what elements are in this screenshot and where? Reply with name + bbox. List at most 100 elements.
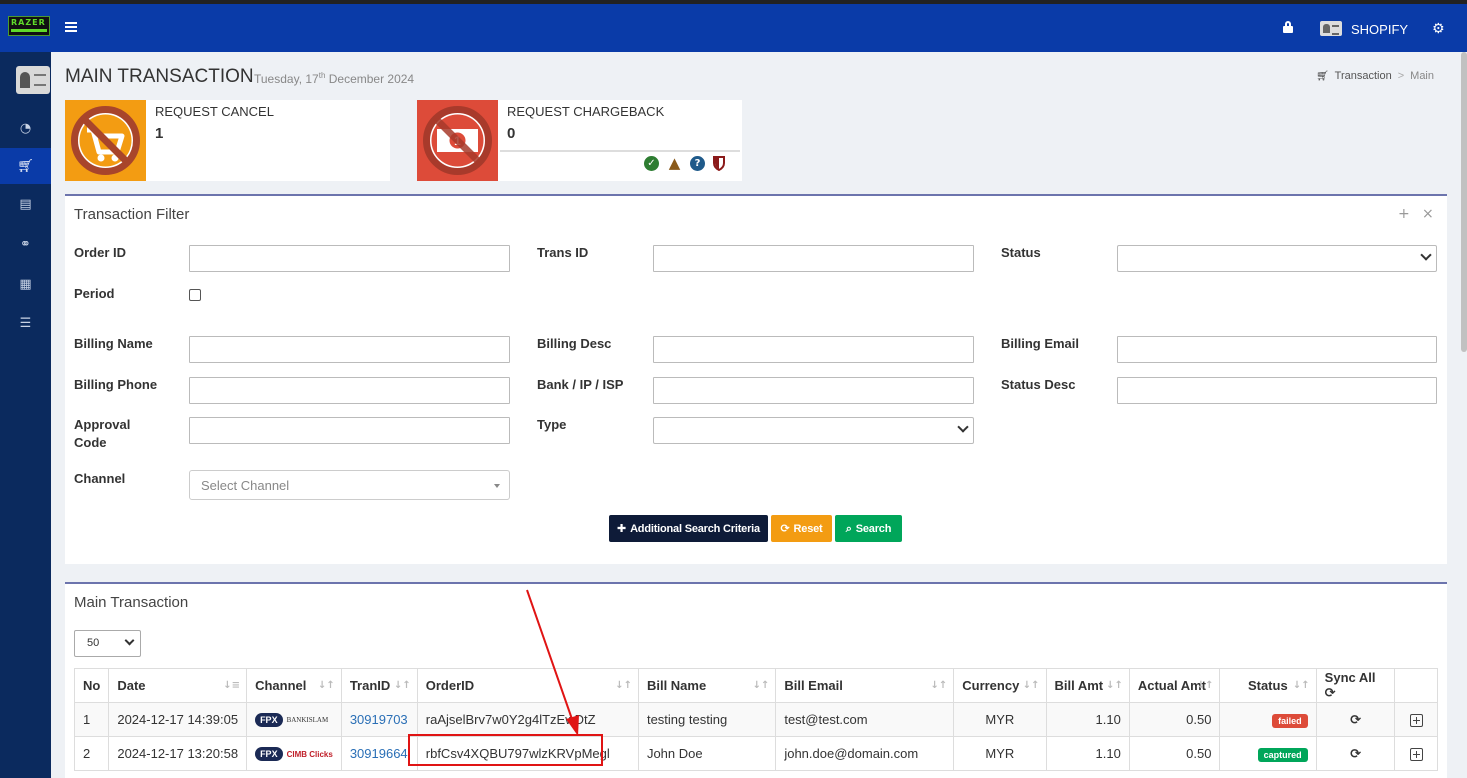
shield-icon[interactable] (713, 156, 725, 172)
trans-id-label: Trans ID (537, 245, 589, 260)
additional-search-criteria-button[interactable]: ✚ Additional Search Criteria (609, 515, 768, 542)
page-scrollbar[interactable] (1461, 52, 1467, 352)
channel-placeholder: Select Channel (201, 478, 290, 493)
plus-icon: ✚ (617, 522, 627, 535)
link-icon[interactable]: ⚭ (0, 226, 51, 262)
approval-code-input[interactable] (189, 417, 510, 444)
col-bill-name[interactable]: Bill Name ↓↑ (637, 668, 777, 703)
page-date: Tuesday, 17th December 2024 (254, 71, 415, 86)
search-icon: ⌕ (845, 521, 852, 535)
sidebar-avatar[interactable] (16, 66, 50, 94)
check-circle-icon[interactable]: ✓ (644, 156, 659, 171)
page-length-select[interactable]: 50 (74, 630, 141, 657)
chevron-down-icon (957, 421, 969, 433)
dashboard-icon[interactable]: ◔ (0, 110, 51, 146)
sync-icon[interactable]: ⟳ (1350, 713, 1361, 728)
expand-row-icon[interactable] (1409, 748, 1423, 762)
trans-id-input[interactable] (653, 245, 974, 272)
close-icon[interactable]: × (1422, 206, 1434, 222)
bank-ip-isp-label: Bank / IP / ISP (537, 377, 624, 392)
reset-button[interactable]: ⟳ Reset (771, 515, 832, 542)
tranid-link[interactable]: 30919703 (350, 712, 408, 727)
col-bill-amt[interactable]: Bill Amt ↓↑ (1045, 668, 1130, 703)
sidebar: ◔ 🛒︎ ▤ ⚭ ▦ ☰ (0, 52, 51, 778)
status-select[interactable] (1117, 245, 1437, 272)
billing-desc-input[interactable] (653, 336, 974, 363)
sort-icon: ↓↑ (930, 680, 948, 691)
request-chargeback-label: REQUEST CHARGEBACK (507, 104, 665, 119)
chevron-down-icon (1420, 249, 1432, 261)
user-card-icon[interactable] (1320, 21, 1342, 36)
annotation-highlight-box (408, 734, 603, 766)
request-chargeback-box[interactable]: 1 REQUEST CHARGEBACK 0 ✓ ▲ ? (417, 100, 742, 181)
billing-email-label: Billing Email (1001, 336, 1080, 351)
expand-row-icon[interactable] (1409, 714, 1423, 728)
channel-select[interactable]: Select Channel (189, 470, 510, 500)
sort-icon: ↓↑ (1022, 680, 1040, 691)
transaction-table: No Date ↓≡ Channel ↓↑ TranID ↓↑ OrderID ↓↑ B… (73, 668, 1438, 771)
sort-icon: ↓↑ (394, 680, 411, 691)
col-actual-amt[interactable]: Actual Amt ↓↑ (1128, 668, 1221, 703)
col-sync-all[interactable]: Sync All ⟳ (1315, 668, 1396, 703)
chevron-down-icon (124, 635, 135, 646)
cart-icon: 🛒︎ (1315, 70, 1329, 82)
menu-toggle-icon[interactable] (65, 22, 77, 32)
transaction-filter-panel: Transaction Filter + × Order ID Trans ID… (65, 194, 1447, 564)
table-row[interactable]: 2 2024-12-17 13:20:58 FPX CIMB Clicks 309… (73, 736, 1438, 771)
col-bill-email[interactable]: Bill Email ↓↑ (775, 668, 955, 703)
col-currency[interactable]: Currency ↓↑ (953, 668, 1047, 703)
cancel-cart-icon (65, 100, 146, 181)
main-transaction-panel: Main Transaction 50 No Date ↓≡ Channel ↓↑ … (65, 582, 1447, 778)
tranid-link[interactable]: 30919664 (350, 746, 408, 761)
col-status[interactable]: Status ↓↑ (1219, 668, 1317, 703)
question-circle-icon[interactable]: ? (690, 156, 705, 171)
billing-phone-label: Billing Phone (74, 377, 158, 392)
col-no: No (73, 668, 110, 703)
billing-phone-input[interactable] (189, 377, 510, 404)
col-expand (1394, 668, 1438, 703)
type-select[interactable] (653, 417, 974, 444)
type-label: Type (537, 417, 567, 432)
table-row[interactable]: 1 2024-12-17 14:39:05 FPX BANKISLAM 30919… (73, 702, 1438, 737)
approval-code-label-line1: Approval (74, 417, 131, 432)
status-label: Status (1001, 245, 1041, 260)
expand-plus-icon[interactable]: + (1398, 206, 1410, 222)
col-orderid[interactable]: OrderID ↓↑ (416, 668, 639, 703)
bank-ip-isp-input[interactable] (653, 377, 974, 404)
status-badge: captured (1257, 747, 1308, 762)
sort-icon: ↓↑ (1106, 680, 1123, 691)
billing-name-input[interactable] (189, 336, 510, 363)
lock-icon[interactable] (1283, 21, 1293, 33)
breadcrumb: 🛒︎ Transaction > Main (1315, 70, 1434, 82)
sort-icon: ↓↑ (1196, 680, 1214, 691)
top-navbar: RAZER SHOPIFY ⚙ (0, 0, 1467, 52)
col-channel[interactable]: Channel ↓↑ (246, 668, 342, 703)
sort-icon: ↓↑ (752, 680, 770, 691)
building-icon[interactable]: ▤ (0, 186, 51, 222)
request-cancel-box[interactable]: REQUEST CANCEL 1 (65, 100, 390, 181)
list-icon[interactable]: ☰ (0, 305, 51, 341)
sync-icon[interactable]: ⟳ (1350, 747, 1361, 762)
razer-logo[interactable]: RAZER (8, 16, 50, 36)
billing-email-input[interactable] (1117, 336, 1437, 363)
order-id-input[interactable] (189, 245, 510, 272)
status-desc-label: Status Desc (1001, 377, 1076, 392)
warning-icon[interactable]: ▲ (667, 156, 682, 171)
col-date[interactable]: Date ↓≡ (108, 668, 248, 703)
document-icon[interactable]: ▦ (0, 266, 51, 302)
cart-icon[interactable]: 🛒︎ (0, 148, 51, 184)
status-badge: failed (1272, 713, 1308, 728)
settings-gear-icon[interactable]: ⚙ (1432, 22, 1445, 36)
request-chargeback-count: 0 (507, 125, 516, 142)
period-label: Period (74, 286, 115, 301)
dropdown-arrow-icon (494, 484, 500, 488)
breadcrumb-transaction[interactable]: Transaction (1335, 70, 1392, 82)
search-button[interactable]: ⌕ Search (835, 515, 902, 542)
col-tranid[interactable]: TranID ↓↑ (340, 668, 418, 703)
sync-icon: ⟳ (1324, 686, 1336, 701)
request-cancel-count: 1 (155, 125, 164, 142)
period-checkbox[interactable] (189, 289, 201, 301)
user-name[interactable]: SHOPIFY (1351, 22, 1408, 37)
status-desc-input[interactable] (1117, 377, 1437, 404)
chargeback-money-icon: 1 (417, 100, 498, 181)
